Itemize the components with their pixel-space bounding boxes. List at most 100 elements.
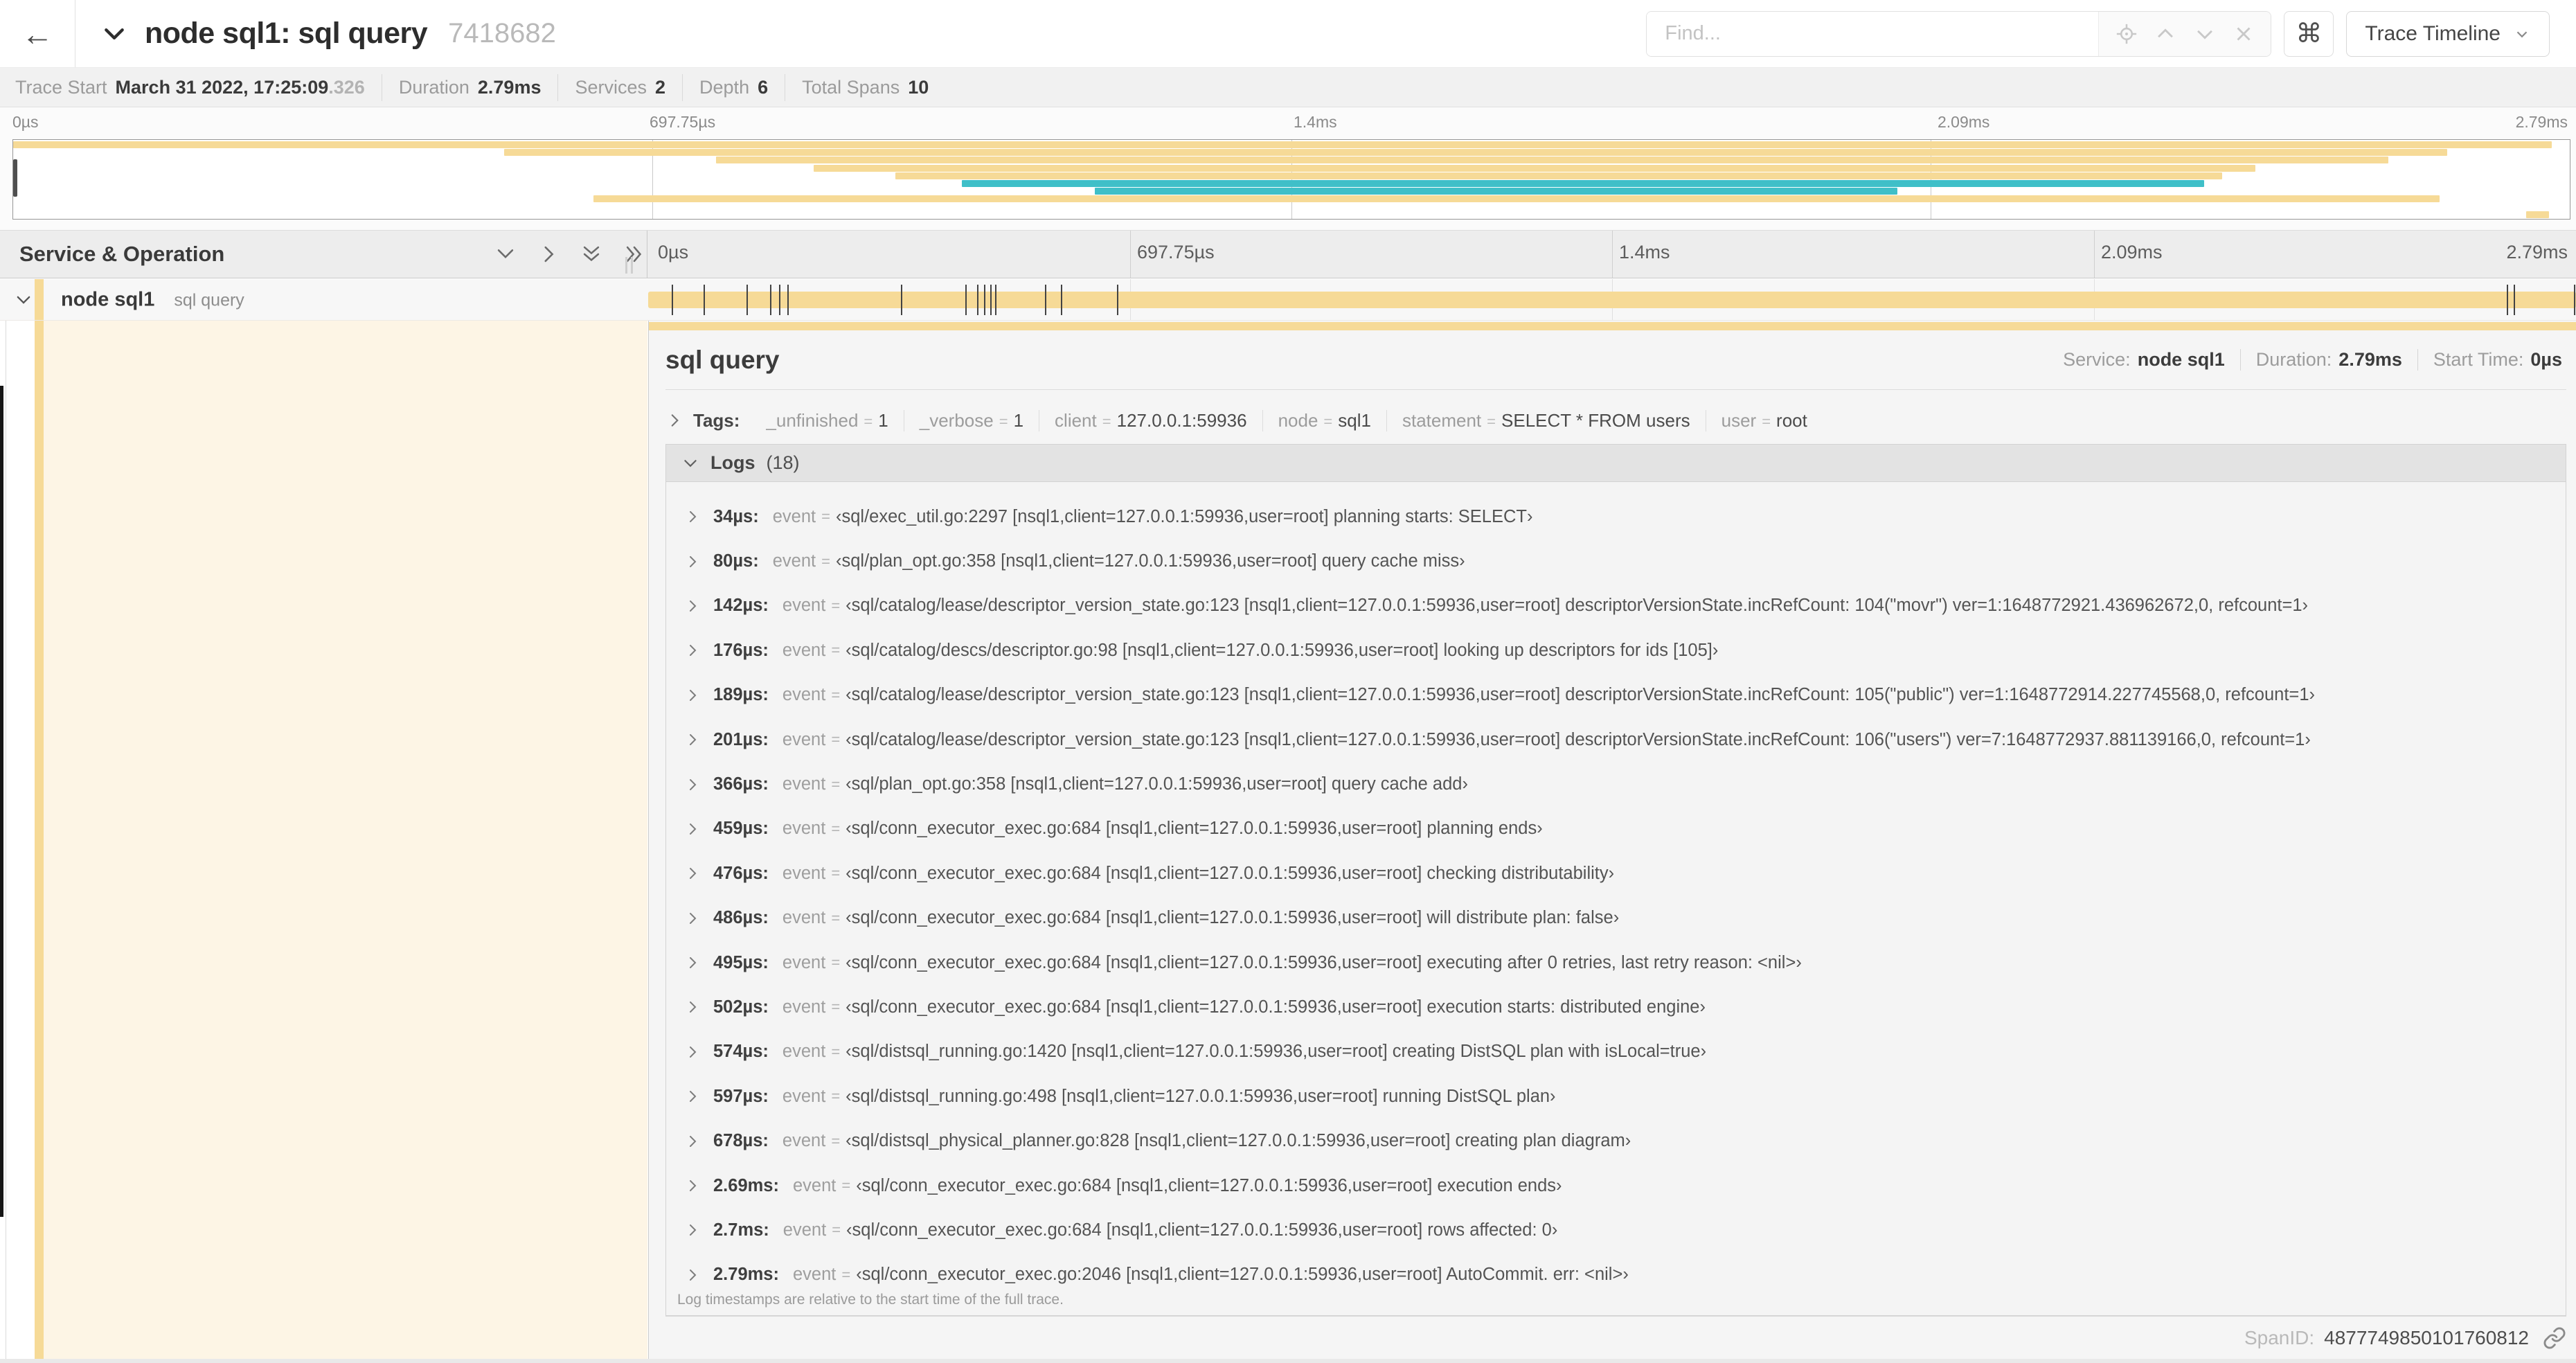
log-field-value: ‹sql/plan_opt.go:358 [nsql1,client=127.0… xyxy=(846,774,1468,794)
tag-equals: = xyxy=(1323,412,1333,430)
find-input[interactable] xyxy=(1647,11,2099,56)
locate-icon[interactable] xyxy=(2115,22,2138,46)
minimap-tick-labels: 0µs 697.75µs 1.4ms 2.09ms 2.79ms xyxy=(0,113,2576,136)
tag-key: user xyxy=(1721,409,1757,431)
log-row[interactable]: 176µs: event = ‹sql/catalog/descs/descripto… xyxy=(666,628,2566,672)
log-row[interactable]: 495µs: event = ‹sql/conn_executor_exec.go:6… xyxy=(666,941,2566,985)
collapse-all-icon[interactable] xyxy=(579,242,604,267)
log-row[interactable]: 189µs: event = ‹sql/catalog/lease/descripto… xyxy=(666,673,2566,718)
log-field-key: event xyxy=(782,1042,826,1062)
log-row[interactable]: 34µs: event = ‹sql/exec_util.go:2297 [nsql1… xyxy=(666,495,2566,539)
overview-value: 2.79ms xyxy=(2338,349,2402,370)
log-marker-tick xyxy=(746,284,748,315)
span-collapse-chevron-icon[interactable] xyxy=(14,290,33,310)
trace-info-label: Duration xyxy=(398,76,469,98)
log-field-key: event xyxy=(772,551,816,571)
log-row[interactable]: 678µs: event = ‹sql/distsql_physical_planne… xyxy=(666,1119,2566,1163)
log-field-key: event xyxy=(782,997,826,1017)
log-marker-tick xyxy=(769,284,771,315)
log-row[interactable]: 142µs: event = ‹sql/catalog/lease/descripto… xyxy=(666,584,2566,628)
log-field-value: ‹sql/conn_executor_exec.go:684 [nsql1,cl… xyxy=(846,952,1802,972)
log-row[interactable]: 486µs: event = ‹sql/conn_executor_exec.go:6… xyxy=(666,896,2566,941)
collapse-one-icon[interactable] xyxy=(493,242,518,267)
view-selector-button[interactable]: Trace Timeline xyxy=(2346,10,2550,57)
minimap-scrubber-handle[interactable] xyxy=(13,159,17,197)
log-field-key: event xyxy=(782,685,826,705)
span-detail-panel: sql query Service: node sql1 Duration: 2.79… xyxy=(648,321,2576,1359)
minimap-span-bar xyxy=(1094,188,1897,195)
tag-item[interactable]: _unfinished = 1 xyxy=(751,409,904,431)
log-equals: = xyxy=(841,1265,851,1283)
chevron-right-icon xyxy=(684,776,701,793)
column-resize-handle[interactable] xyxy=(625,257,633,274)
log-marker-tick xyxy=(778,284,780,315)
trace-info-item: Total Spans 10 xyxy=(785,74,945,101)
tags-accordian[interactable]: Tags: _unfinished = 1 _verbose = 1 client = 127.… xyxy=(665,402,1823,438)
logs-accordian: Logs (18) 34µs: event = ‹sql/exec_util.go:2… xyxy=(665,444,2566,1316)
overview-label: Duration: xyxy=(2255,349,2332,370)
back-button[interactable]: ← xyxy=(0,0,75,67)
minimap-span-bar xyxy=(593,195,2440,203)
chevron-right-icon xyxy=(684,1267,701,1283)
tag-key: node xyxy=(1278,409,1318,431)
expand-one-icon[interactable] xyxy=(536,242,561,267)
chevron-down-icon[interactable] xyxy=(2193,22,2217,46)
logs-count: (18) xyxy=(766,452,800,473)
log-row[interactable]: 201µs: event = ‹sql/catalog/lease/descripto… xyxy=(666,718,2566,762)
log-timestamp: 176µs: xyxy=(713,640,769,660)
trace-info-label: Depth xyxy=(699,76,750,98)
detail-row-highlight xyxy=(44,321,647,1359)
overview-item: Service: node sql1 xyxy=(2048,349,2241,371)
span-row-node-sql1[interactable]: node sql1 sql query xyxy=(0,279,2576,321)
span-detail-header: sql query Service: node sql1 Duration: 2.79… xyxy=(665,330,2566,390)
tag-item[interactable]: statement = SELECT * FROM users xyxy=(1387,409,1706,431)
log-field-key: event xyxy=(782,1131,826,1151)
log-row[interactable]: 597µs: event = ‹sql/distsql_running.go:498 … xyxy=(666,1074,2566,1119)
tag-item[interactable]: user = root xyxy=(1706,410,1823,431)
tag-item[interactable]: _verbose = 1 xyxy=(904,409,1040,431)
log-marker-tick xyxy=(965,284,967,315)
tag-key: _verbose xyxy=(919,409,994,431)
log-timestamp: 476µs: xyxy=(713,863,769,883)
chevron-right-icon xyxy=(684,598,701,614)
log-timestamp: 189µs: xyxy=(713,685,769,705)
deep-link-icon[interactable] xyxy=(2543,1326,2566,1350)
chevron-up-icon[interactable] xyxy=(2154,22,2177,46)
overview-value: 0µs xyxy=(2530,349,2562,370)
tag-value: root xyxy=(1776,409,1807,431)
log-field-value: ‹sql/catalog/lease/descriptor_version_st… xyxy=(846,729,2311,749)
trace-minimap: 0µs 697.75µs 1.4ms 2.09ms 2.79ms xyxy=(0,107,2576,230)
span-row-timeline[interactable] xyxy=(648,279,2576,320)
log-row[interactable]: 459µs: event = ‹sql/conn_executor_exec.go:6… xyxy=(666,807,2566,851)
log-row[interactable]: 80µs: event = ‹sql/plan_opt.go:358 [nsql1,c… xyxy=(666,539,2566,583)
log-field-key: event xyxy=(782,774,826,794)
log-row[interactable]: 2.7ms: event = ‹sql/conn_executor_exec.go:6… xyxy=(666,1208,2566,1252)
log-row[interactable]: 476µs: event = ‹sql/conn_executor_exec.go:6… xyxy=(666,851,2566,896)
minimap-tick-label: 2.09ms xyxy=(1938,113,1990,131)
trace-title-wrap[interactable]: node sql1: sql query 7418682 xyxy=(100,17,556,51)
log-row[interactable]: 366µs: event = ‹sql/plan_opt.go:358 [nsql1,… xyxy=(666,762,2566,806)
log-timestamp: 459µs: xyxy=(713,819,769,839)
log-marker-tick xyxy=(671,284,673,315)
tag-value: sql1 xyxy=(1338,409,1371,431)
log-equals: = xyxy=(831,1042,841,1060)
find-group xyxy=(1646,10,2272,57)
log-timestamp: 574µs: xyxy=(713,1042,769,1062)
log-timestamp: 2.7ms: xyxy=(713,1220,769,1240)
log-equals: = xyxy=(831,641,841,659)
log-row[interactable]: 574µs: event = ‹sql/distsql_running.go:1420… xyxy=(666,1030,2566,1074)
tag-item[interactable]: client = 127.0.0.1:59936 xyxy=(1039,409,1263,431)
minimap-tick-label: 1.4ms xyxy=(1294,113,1337,131)
log-field-key: event xyxy=(782,863,826,883)
tag-item[interactable]: node = sql1 xyxy=(1263,409,1387,431)
log-row[interactable]: 502µs: event = ‹sql/conn_executor_exec.go:6… xyxy=(666,985,2566,1029)
tags-list: _unfinished = 1 _verbose = 1 client = 127.0.0.1:… xyxy=(751,409,1823,431)
logs-header[interactable]: Logs (18) xyxy=(666,445,2566,482)
log-timestamp: 495µs: xyxy=(713,952,769,972)
log-row[interactable]: 2.69ms: event = ‹sql/conn_executor_exec.go:… xyxy=(666,1164,2566,1208)
log-row[interactable]: 2.79ms: event = ‹sql/conn_executor_exec.go:… xyxy=(666,1253,2566,1288)
clear-icon[interactable] xyxy=(2232,22,2255,46)
chevron-down-icon xyxy=(681,454,699,472)
keyboard-shortcuts-button[interactable]: ⌘ xyxy=(2284,10,2334,57)
minimap-graph[interactable] xyxy=(12,139,2570,220)
